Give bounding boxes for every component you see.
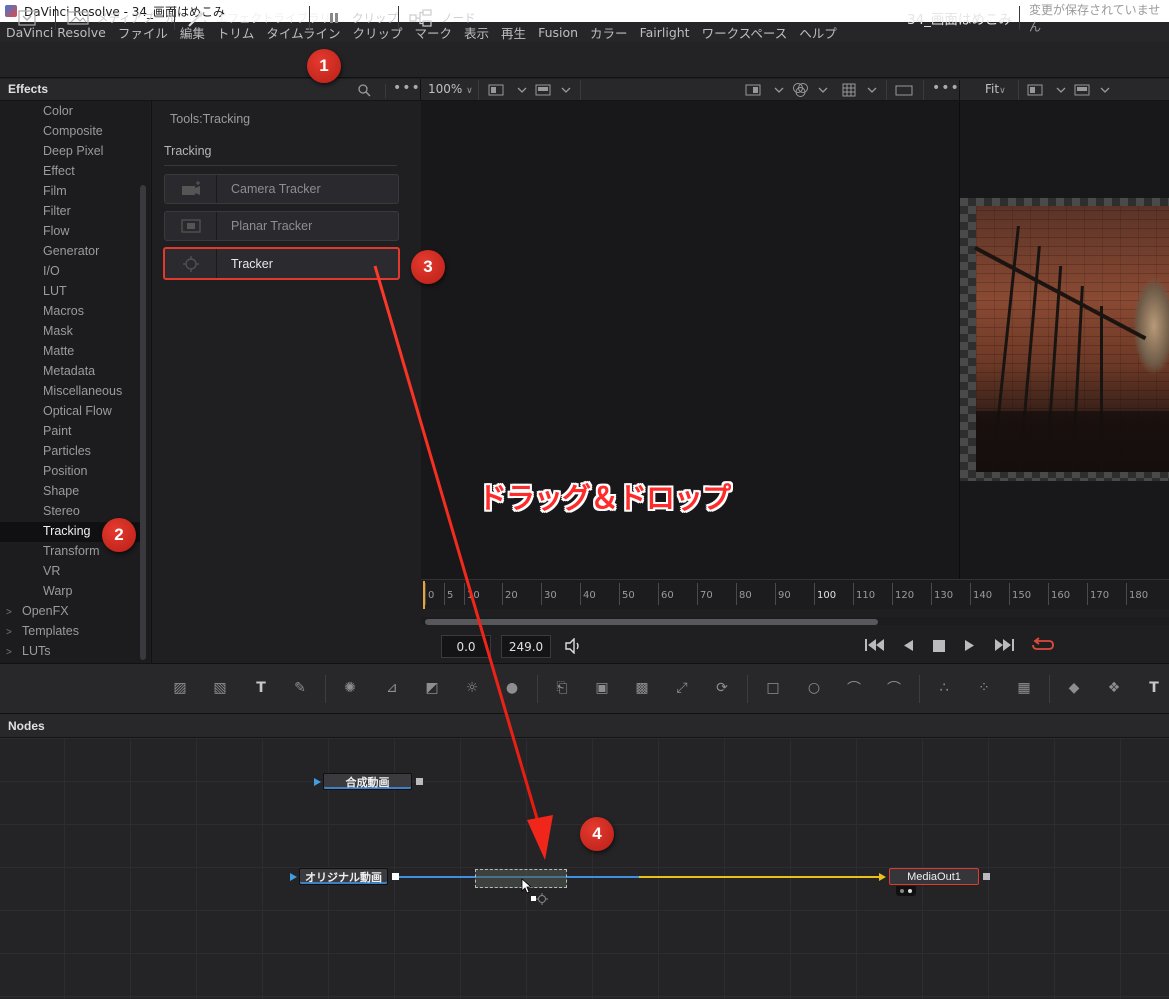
step-badge-1: 1	[307, 49, 341, 83]
drag-and-drop-label: ドラッグ＆ドロップ	[478, 481, 731, 515]
step-badge-2: 2	[102, 518, 136, 552]
step-badge-3: 3	[411, 250, 445, 284]
step-badge-4: 4	[580, 817, 614, 851]
